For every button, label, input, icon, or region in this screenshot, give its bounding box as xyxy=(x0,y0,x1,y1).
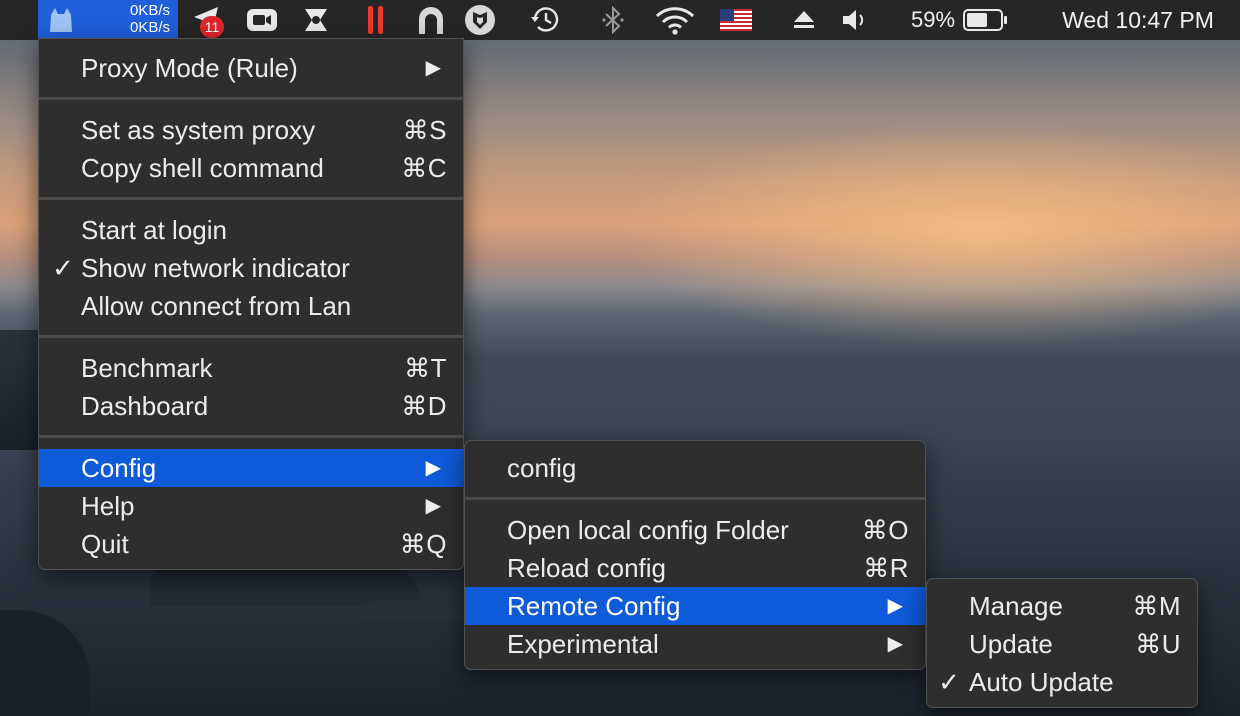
menu-item-update[interactable]: Update ⌘U xyxy=(927,625,1197,663)
shortcut-label: ⌘R xyxy=(863,553,909,583)
menu-item-allow-lan[interactable]: Allow connect from Lan xyxy=(39,287,463,325)
shield-status-item[interactable] xyxy=(460,0,500,40)
menu-item-label: Benchmark xyxy=(81,353,213,383)
arch-icon xyxy=(419,7,443,34)
menu-separator xyxy=(39,97,463,100)
menu-item-help[interactable]: Help ▶ xyxy=(39,487,463,525)
volume-icon xyxy=(843,10,864,30)
volume-status-item[interactable] xyxy=(838,0,874,40)
menu-separator xyxy=(465,497,925,500)
menu-item-label: Update xyxy=(969,629,1053,659)
menu-bar: 0KB/s 0KB/s 11 59% Wed 10:47 PM xyxy=(0,0,1240,40)
shortcut-label: ⌘D xyxy=(401,391,447,421)
shield-icon xyxy=(465,5,495,35)
menu-item-label: Remote Config xyxy=(507,591,681,621)
shortcut-label: ⌘M xyxy=(1132,591,1181,621)
menu-item-auto-update[interactable]: ✓ Auto Update xyxy=(927,663,1197,701)
battery-percent: 59% xyxy=(910,7,956,32)
pause-icon xyxy=(368,6,383,34)
clashx-status-item[interactable]: 0KB/s 0KB/s xyxy=(38,0,178,40)
island-small xyxy=(360,600,480,620)
battery-icon xyxy=(963,9,1008,31)
menu-item-quit[interactable]: Quit ⌘Q xyxy=(39,525,463,563)
upload-speed: 0KB/s xyxy=(129,2,170,19)
island-bottom-left xyxy=(0,610,90,716)
menu-item-label: Proxy Mode (Rule) xyxy=(81,53,298,83)
battery-status-item[interactable]: 59% xyxy=(900,0,1020,40)
menu-item-config[interactable]: Config ▶ xyxy=(39,449,463,487)
zoom-status-item[interactable] xyxy=(244,0,280,40)
shortcut-label: ⌘U xyxy=(1135,629,1181,659)
remote-config-submenu: Manage ⌘M Update ⌘U ✓ Auto Update xyxy=(926,578,1198,708)
menu-item-label: Set as system proxy xyxy=(81,115,316,145)
menu-item-label: Open local config Folder xyxy=(507,515,789,545)
menu-item-experimental[interactable]: Experimental ▶ xyxy=(465,625,925,663)
shortcut-label: ⌘T xyxy=(404,353,447,383)
notification-badge: 11 xyxy=(200,16,224,38)
menu-item-label: Reload config xyxy=(507,553,666,583)
checkmark-icon: ✓ xyxy=(52,253,74,283)
shortcut-label: ⌘Q xyxy=(399,529,447,559)
arch-status-item[interactable] xyxy=(412,0,450,40)
clashx-menu: Proxy Mode (Rule) ▶ Set as system proxy … xyxy=(38,38,464,570)
bluetooth-status-item[interactable] xyxy=(598,0,628,40)
wifi-icon xyxy=(655,7,695,35)
app-status-item[interactable] xyxy=(298,0,334,40)
checkmark-icon: ✓ xyxy=(938,667,960,697)
eject-icon xyxy=(794,11,814,28)
download-speed: 0KB/s xyxy=(129,19,170,36)
menu-item-label: Experimental xyxy=(507,629,659,659)
menu-item-label: Quit xyxy=(81,529,129,559)
submenu-arrow-icon: ▶ xyxy=(425,57,441,79)
time-machine-status-item[interactable] xyxy=(524,0,566,40)
menu-item-manage[interactable]: Manage ⌘M xyxy=(927,587,1197,625)
submenu-arrow-icon: ▶ xyxy=(887,633,903,655)
eject-status-item[interactable] xyxy=(786,0,822,40)
menu-item-proxy-mode[interactable]: Proxy Mode (Rule) ▶ xyxy=(39,49,463,87)
menu-item-reload-config[interactable]: Reload config ⌘R xyxy=(465,549,925,587)
telegram-status-item[interactable]: 11 xyxy=(188,0,232,40)
menu-item-label: Dashboard xyxy=(81,391,209,421)
shortcut-label: ⌘S xyxy=(402,115,447,145)
config-submenu: config Open local config Folder ⌘O Reloa… xyxy=(464,440,926,670)
clashx-cat-icon xyxy=(50,8,72,32)
wifi-status-item[interactable] xyxy=(652,0,698,40)
us-flag-icon xyxy=(720,9,752,31)
menu-item-label: config xyxy=(507,453,577,483)
app-icon xyxy=(305,9,327,31)
menu-item-set-system-proxy[interactable]: Set as system proxy ⌘S xyxy=(39,111,463,149)
input-source-status-item[interactable] xyxy=(718,0,754,40)
network-speed-indicator: 0KB/s 0KB/s xyxy=(130,2,170,36)
shortcut-label: ⌘O xyxy=(861,515,909,545)
pause-status-item[interactable] xyxy=(360,0,392,40)
menu-item-label: Allow connect from Lan xyxy=(81,291,352,321)
submenu-arrow-icon: ▶ xyxy=(425,457,441,479)
menu-item-label: Start at login xyxy=(81,215,227,245)
menu-item-label: Help xyxy=(81,491,135,521)
menu-item-open-config-folder[interactable]: Open local config Folder ⌘O xyxy=(465,511,925,549)
menu-separator xyxy=(39,435,463,438)
zoom-icon xyxy=(247,9,277,31)
menu-separator xyxy=(39,335,463,338)
menu-item-label: Manage xyxy=(969,591,1063,621)
menu-item-copy-shell-command[interactable]: Copy shell command ⌘C xyxy=(39,149,463,187)
shortcut-label: ⌘C xyxy=(401,153,447,183)
menu-separator xyxy=(39,197,463,200)
menu-item-remote-config[interactable]: Remote Config ▶ xyxy=(465,587,925,625)
clock: Wed 10:47 PM xyxy=(1062,6,1214,33)
menu-item-label: Config xyxy=(81,453,157,483)
time-machine-icon xyxy=(531,7,559,32)
menu-item-label: Copy shell command xyxy=(81,153,324,183)
submenu-arrow-icon: ▶ xyxy=(425,495,441,517)
menu-item-benchmark[interactable]: Benchmark ⌘T xyxy=(39,349,463,387)
bluetooth-icon xyxy=(602,5,624,35)
submenu-arrow-icon: ▶ xyxy=(887,595,903,617)
menu-item-show-network-indicator[interactable]: ✓ Show network indicator xyxy=(39,249,463,287)
menu-item-start-at-login[interactable]: Start at login xyxy=(39,211,463,249)
menu-item-dashboard[interactable]: Dashboard ⌘D xyxy=(39,387,463,425)
clock-status-item[interactable]: Wed 10:47 PM xyxy=(1040,0,1236,40)
menu-item-label: Auto Update xyxy=(969,667,1114,697)
menu-item-config-file[interactable]: config xyxy=(465,449,925,487)
menu-item-label: Show network indicator xyxy=(81,253,350,283)
